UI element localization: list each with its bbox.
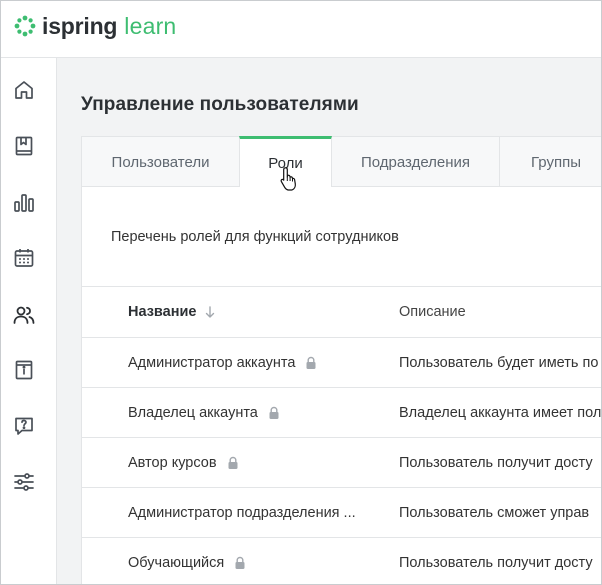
lock-icon xyxy=(269,406,279,419)
help-icon[interactable] xyxy=(12,414,36,438)
role-description: Пользователь будет иметь по xyxy=(399,354,599,371)
calendar-icon[interactable] xyxy=(12,246,36,270)
column-header-description[interactable]: Описание xyxy=(399,287,466,337)
tab-bar: Пользователи Роли Подразделения Группы xyxy=(82,136,601,187)
role-description: Пользователь сможет управ xyxy=(399,504,590,521)
sidebar xyxy=(1,58,57,584)
content-panel: Пользователи Роли Подразделения Группы П… xyxy=(81,136,602,584)
role-name-cell: Администратор подразделения ... xyxy=(128,488,356,537)
users-icon[interactable] xyxy=(12,303,36,327)
role-name-cell: Владелец аккаунта xyxy=(128,388,280,437)
role-name-cell: Автор курсов xyxy=(128,438,239,487)
table-row[interactable]: Автор курсов Пользователь получит досту xyxy=(82,438,601,488)
role-description: Владелец аккаунта имеет пол xyxy=(399,404,602,421)
table-row[interactable]: Администратор подразделения ... Пользова… xyxy=(82,488,601,538)
tab-users[interactable]: Пользователи xyxy=(82,137,240,187)
column-header-name-label: Название xyxy=(128,304,197,320)
logo-text-learn: learn xyxy=(124,12,177,39)
ispring-logo-icon xyxy=(14,15,36,37)
table-row[interactable]: Владелец аккаунта Владелец аккаунта имее… xyxy=(82,388,602,438)
bar-chart-icon[interactable] xyxy=(12,191,36,215)
lock-icon xyxy=(306,356,316,369)
app-window: ispring learn Управление пользователями … xyxy=(0,0,602,585)
role-name: Автор курсов xyxy=(128,454,217,471)
role-description: Пользователь получит досту xyxy=(399,454,593,471)
role-description: Пользователь получит досту xyxy=(399,554,593,571)
info-card-icon[interactable] xyxy=(12,358,36,382)
roles-description: Перечень ролей для функций сотрудников xyxy=(111,229,399,245)
tab-groups[interactable]: Группы xyxy=(500,137,601,187)
table-row[interactable]: Администратор аккаунта Пользователь буде… xyxy=(82,338,601,388)
role-name-cell: Администратор аккаунта xyxy=(128,338,317,387)
role-name-cell: Обучающийся xyxy=(128,538,246,584)
lock-icon xyxy=(235,556,245,569)
settings-sliders-icon[interactable] xyxy=(12,470,36,494)
role-name: Владелец аккаунта xyxy=(128,404,258,421)
book-icon[interactable] xyxy=(12,134,36,158)
role-name: Обучающийся xyxy=(128,554,225,571)
tab-departments[interactable]: Подразделения xyxy=(332,137,500,187)
column-header-name[interactable]: Название xyxy=(128,287,216,337)
page-title: Управление пользователями xyxy=(81,94,359,115)
role-name: Администратор подразделения ... xyxy=(128,504,356,521)
sort-arrow-down-icon[interactable] xyxy=(204,305,216,319)
hand-pointer-cursor-icon xyxy=(280,167,296,191)
table-header: Название Описание xyxy=(82,286,601,338)
roles-table: Название Описание Администратор аккаунта… xyxy=(82,286,602,584)
role-name: Администратор аккаунта xyxy=(128,354,296,371)
lock-icon xyxy=(228,456,238,469)
logo-text-ispring: ispring xyxy=(42,12,118,39)
logo[interactable]: ispring learn xyxy=(14,12,176,40)
top-bar: ispring learn xyxy=(1,1,601,58)
home-icon[interactable] xyxy=(12,78,36,102)
table-row[interactable]: Обучающийся Пользователь получит досту xyxy=(82,538,601,584)
